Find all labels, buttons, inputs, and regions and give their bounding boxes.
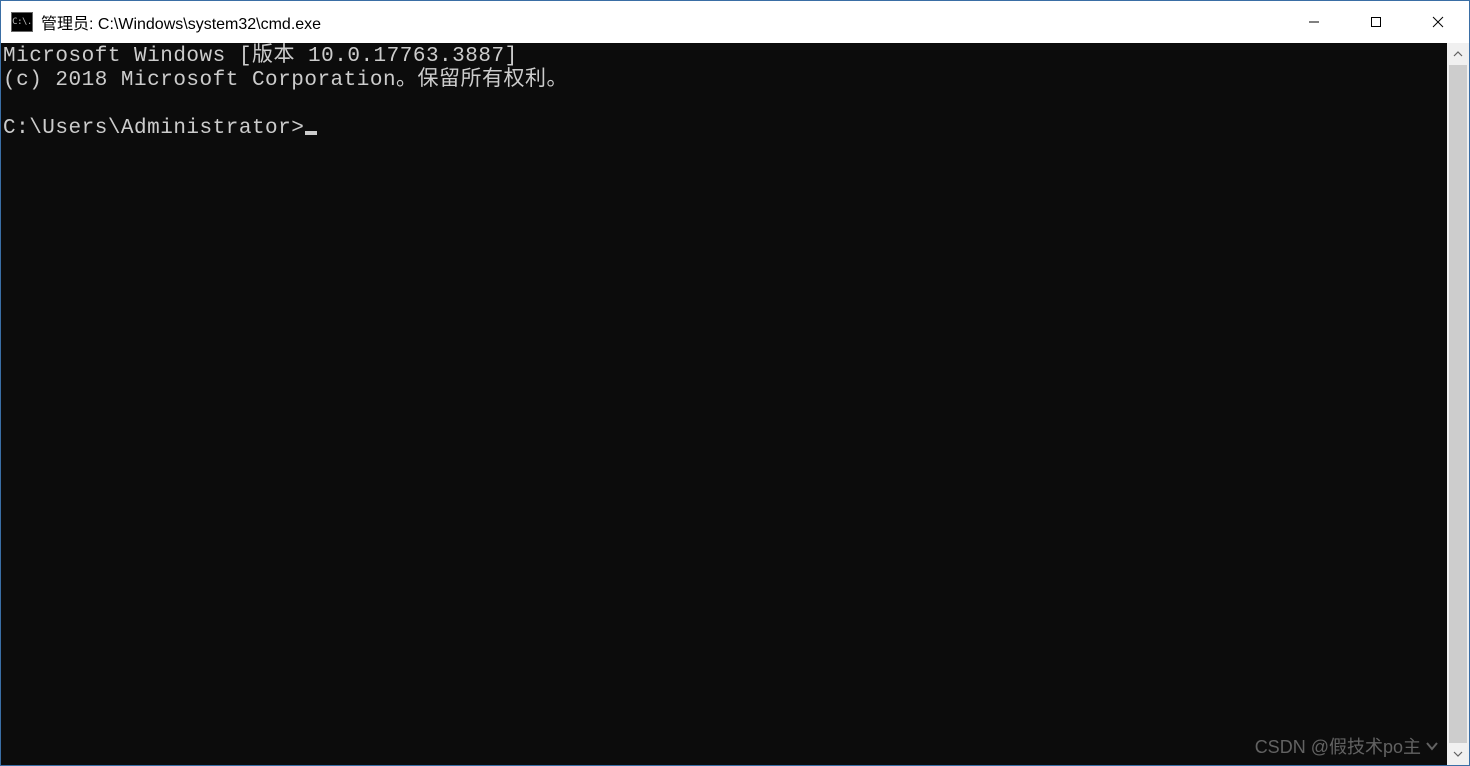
terminal-prompt: C:\Users\Administrator> <box>3 117 304 140</box>
terminal-line-2: (c) 2018 Microsoft Corporation。保留所有权利。 <box>3 69 568 92</box>
close-icon <box>1431 15 1445 29</box>
maximize-icon <box>1369 15 1383 29</box>
client-area: Microsoft Windows [版本 10.0.17763.3887] (… <box>1 43 1469 765</box>
cmd-window: C:\. 管理员: C:\Windows\system32\cmd.exe Mi… <box>0 0 1470 766</box>
chevron-down-icon <box>1453 751 1463 757</box>
scroll-down-button[interactable] <box>1447 743 1469 765</box>
cmd-icon: C:\. <box>11 12 33 32</box>
maximize-button[interactable] <box>1345 1 1407 43</box>
chevron-up-icon <box>1453 51 1463 57</box>
minimize-icon <box>1307 15 1321 29</box>
window-controls <box>1283 1 1469 43</box>
minimize-button[interactable] <box>1283 1 1345 43</box>
titlebar[interactable]: C:\. 管理员: C:\Windows\system32\cmd.exe <box>1 1 1469 43</box>
terminal-output[interactable]: Microsoft Windows [版本 10.0.17763.3887] (… <box>1 43 1447 765</box>
window-title: 管理员: C:\Windows\system32\cmd.exe <box>41 10 1283 34</box>
scroll-up-button[interactable] <box>1447 43 1469 65</box>
close-button[interactable] <box>1407 1 1469 43</box>
terminal-cursor <box>305 131 317 135</box>
terminal-line-1: Microsoft Windows [版本 10.0.17763.3887] <box>3 45 518 68</box>
scroll-track[interactable] <box>1447 65 1469 743</box>
cmd-icon-caption: C:\. <box>12 17 32 27</box>
vertical-scrollbar[interactable] <box>1447 43 1469 765</box>
scroll-thumb[interactable] <box>1449 65 1467 743</box>
